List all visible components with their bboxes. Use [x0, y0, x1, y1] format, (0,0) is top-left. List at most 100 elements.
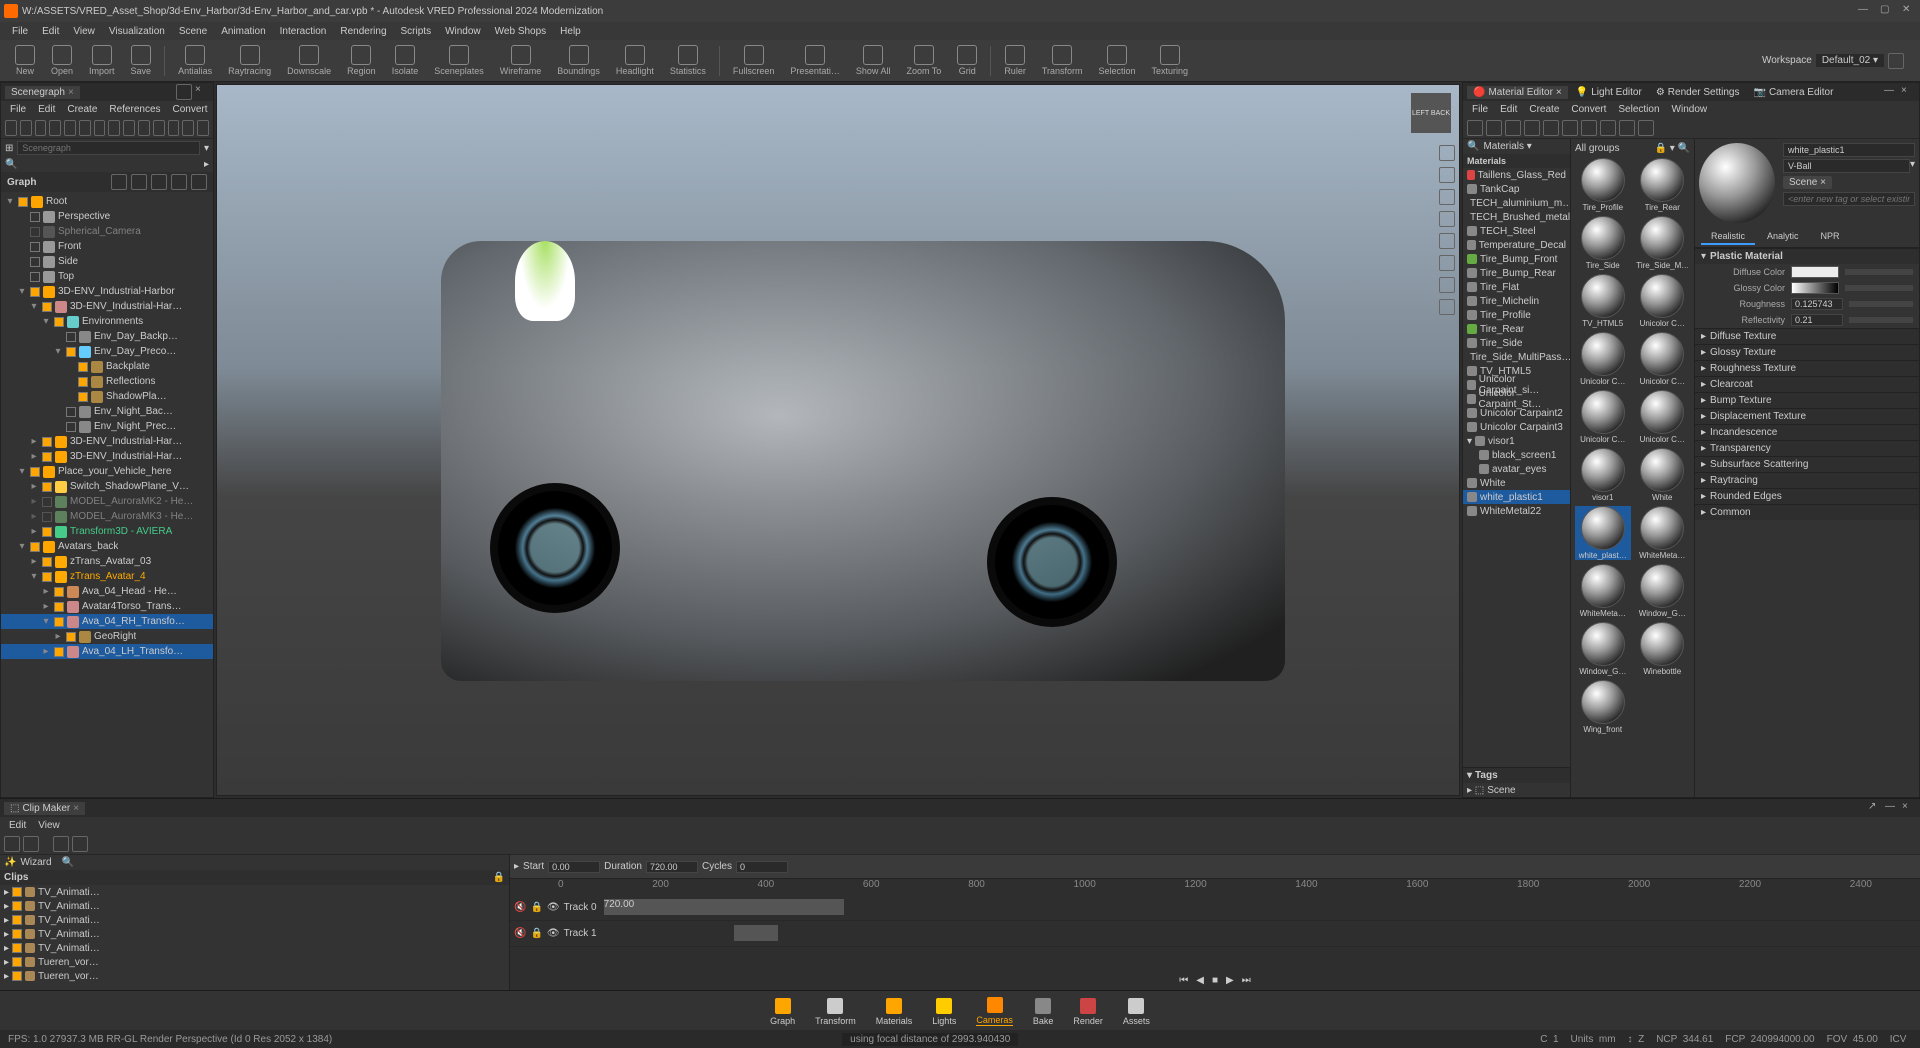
visibility-checkbox[interactable] — [42, 482, 52, 492]
btool-cameras[interactable]: Cameras — [970, 995, 1019, 1026]
close-icon[interactable]: × — [73, 803, 79, 814]
material-thumbnail[interactable]: Tire_Profile — [1575, 158, 1631, 212]
sg-tool-icon[interactable] — [197, 120, 209, 136]
viewport-tool-icon[interactable] — [1439, 277, 1455, 293]
viewport-tool-icon[interactable] — [1439, 299, 1455, 315]
material-list-item[interactable]: Tire_Side — [1463, 336, 1570, 350]
panel-undock-icon[interactable]: ↗ — [1868, 801, 1882, 815]
chevron-down-icon[interactable]: ▾ — [1467, 770, 1472, 781]
tree-node[interactable]: ▸Ava_04_LH_Transfo… — [1, 644, 213, 659]
clip-enable-checkbox[interactable] — [12, 901, 22, 911]
wizard-icon[interactable]: ✨ — [4, 857, 16, 868]
scenegraph-tab[interactable]: Scenegraph × — [5, 86, 80, 99]
clip-enable-checkbox[interactable] — [12, 929, 22, 939]
timeline-track[interactable]: 🔇🔒👁Track 1 — [510, 921, 1920, 947]
sg-tool-icon[interactable] — [138, 120, 150, 136]
lock-icon[interactable]: 🔒 — [530, 902, 542, 913]
tree-node[interactable]: ▾zTrans_Avatar_4 — [1, 569, 213, 584]
material-thumbnail[interactable]: Window_G… — [1635, 564, 1691, 618]
sg-menu-references[interactable]: References — [104, 103, 165, 116]
material-thumbnail[interactable]: WhiteMeta… — [1575, 564, 1631, 618]
me-menu-create[interactable]: Create — [1524, 103, 1564, 116]
section-diffuse-texture[interactable]: ▸Diffuse Texture — [1695, 328, 1919, 344]
search-icon[interactable]: 🔍 — [1467, 141, 1479, 152]
clipmaker-tab[interactable]: ⬚Clip Maker× — [4, 802, 85, 815]
eye-icon[interactable]: 👁 — [547, 928, 560, 939]
graph-tool-icon[interactable] — [111, 174, 127, 190]
tool-texturing[interactable]: Texturing — [1145, 43, 1196, 78]
tree-node[interactable]: ▸3D-ENV_Industrial-Har… — [1, 449, 213, 464]
sg-tool-icon[interactable] — [153, 120, 165, 136]
tree-node[interactable]: Env_Night_Bac… — [1, 404, 213, 419]
tool-transform[interactable]: Transform — [1035, 43, 1090, 78]
visibility-checkbox[interactable] — [30, 287, 40, 297]
tab-render-settings[interactable]: ⚙Render Settings — [1650, 86, 1746, 99]
btool-assets[interactable]: Assets — [1117, 996, 1156, 1026]
material-thumbnail[interactable]: Tire_Side — [1575, 216, 1631, 270]
play-icon[interactable]: ▸ — [514, 861, 519, 872]
tree-node[interactable]: Side — [1, 254, 213, 269]
tag-input[interactable] — [1783, 192, 1915, 206]
material-list-item[interactable]: white_plastic1 — [1463, 490, 1570, 504]
tree-node[interactable]: ▾Environments — [1, 314, 213, 329]
material-list-item[interactable]: Tire_Rear — [1463, 322, 1570, 336]
tool-headlight[interactable]: Headlight — [609, 43, 661, 78]
tree-node[interactable]: ▸zTrans_Avatar_03 — [1, 554, 213, 569]
me-tool-icon[interactable] — [1543, 120, 1559, 136]
material-list-item[interactable]: Tire_Bump_Front — [1463, 252, 1570, 266]
section-raytracing[interactable]: ▸Raytracing — [1695, 472, 1919, 488]
tag-scene[interactable]: ▸ ⬚Scene — [1463, 783, 1570, 797]
menu-rendering[interactable]: Rendering — [334, 24, 392, 39]
tool-ruler[interactable]: Ruler — [997, 43, 1033, 78]
color-swatch[interactable] — [1791, 266, 1839, 278]
material-thumbnail[interactable]: Unicolor C… — [1575, 390, 1631, 444]
section-glossy-texture[interactable]: ▸Glossy Texture — [1695, 344, 1919, 360]
tool-open[interactable]: Open — [44, 43, 80, 78]
material-list-item[interactable]: White — [1463, 476, 1570, 490]
visibility-checkbox[interactable] — [42, 302, 52, 312]
visibility-checkbox[interactable] — [54, 602, 64, 612]
section-roughness-texture[interactable]: ▸Roughness Texture — [1695, 360, 1919, 376]
visibility-checkbox[interactable] — [30, 227, 40, 237]
menu-web-shops[interactable]: Web Shops — [489, 24, 553, 39]
tree-node[interactable]: ▾3D-ENV_Industrial-Harbor — [1, 284, 213, 299]
section-plastic-material[interactable]: ▾Plastic Material — [1695, 248, 1919, 264]
sg-tool-icon[interactable] — [182, 120, 194, 136]
mute-icon[interactable]: 🔇 — [514, 928, 526, 939]
menu-help[interactable]: Help — [554, 24, 587, 39]
btool-bake[interactable]: Bake — [1027, 996, 1060, 1026]
material-thumbnail[interactable]: Unicolor C… — [1575, 332, 1631, 386]
me-tool-icon[interactable] — [1600, 120, 1616, 136]
menu-view[interactable]: View — [67, 24, 101, 39]
color-swatch[interactable] — [1791, 282, 1839, 294]
menu-animation[interactable]: Animation — [215, 24, 271, 39]
groups-dropdown[interactable]: All groups — [1575, 143, 1619, 154]
tool-statistics[interactable]: Statistics — [663, 43, 713, 78]
materials-list[interactable]: Taillens_Glass_RedTankCapTECH_aluminium_… — [1463, 168, 1570, 767]
material-list-item[interactable]: Taillens_Glass_Red — [1463, 168, 1570, 182]
tool-zoom-to[interactable]: Zoom To — [899, 43, 948, 78]
materials-dropdown[interactable]: Materials ▾ — [1483, 141, 1531, 152]
menu-file[interactable]: File — [6, 24, 34, 39]
sg-tool-icon[interactable] — [79, 120, 91, 136]
clip-tool-icon[interactable] — [4, 836, 20, 852]
material-thumbnail[interactable]: Window_G… — [1575, 622, 1631, 676]
visibility-checkbox[interactable] — [78, 377, 88, 387]
tree-node[interactable]: Spherical_Camera — [1, 224, 213, 239]
clip-item[interactable]: ▸TV_Animati… — [0, 885, 509, 899]
tree-node[interactable]: ▾Place_your_Vehicle_here — [1, 464, 213, 479]
color-slider[interactable] — [1845, 269, 1913, 275]
tool-selection[interactable]: Selection — [1092, 43, 1143, 78]
dropdown-icon[interactable]: ▾ — [204, 143, 209, 154]
graph-tool-icon[interactable] — [191, 174, 207, 190]
sg-tool-icon[interactable] — [94, 120, 106, 136]
material-thumbnail[interactable]: Tire_Rear — [1635, 158, 1691, 212]
viewport-tool-icon[interactable] — [1439, 255, 1455, 271]
me-tool-icon[interactable] — [1581, 120, 1597, 136]
material-list-item[interactable]: avatar_eyes — [1463, 462, 1570, 476]
sg-tool-icon[interactable] — [35, 120, 47, 136]
tree-node[interactable]: Perspective — [1, 209, 213, 224]
tree-node[interactable]: Env_Night_Prec… — [1, 419, 213, 434]
viewport[interactable]: LEFT BACK — [216, 84, 1460, 796]
minimize-button[interactable]: — — [1858, 4, 1872, 18]
